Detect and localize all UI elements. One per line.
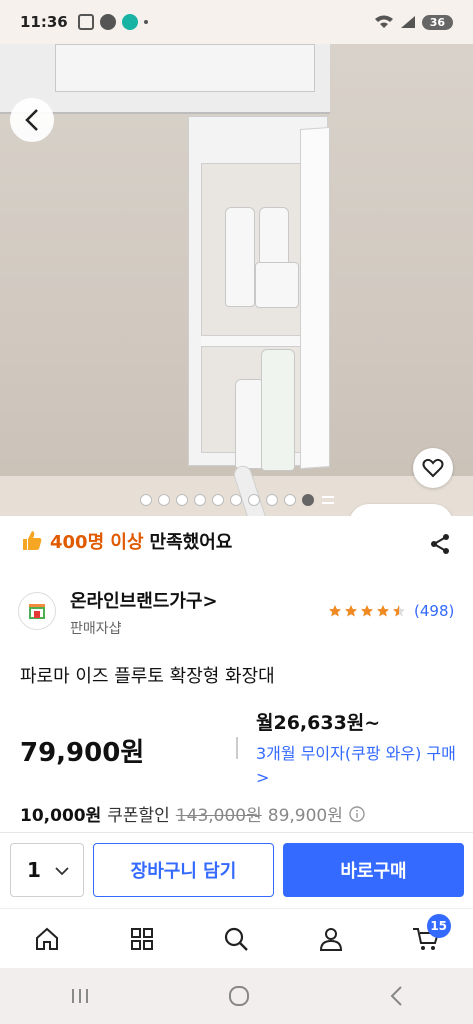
pagination-dot — [266, 494, 278, 506]
satisfaction-count: 400명 이상 — [50, 532, 144, 553]
rating[interactable]: (498) — [328, 602, 454, 620]
buy-now-button[interactable]: 바로구매 — [283, 843, 464, 897]
android-nav-bar — [0, 968, 473, 1024]
search-icon — [225, 927, 249, 951]
coupon-row: 10,000원 쿠폰할인 143,000원 89,900원 — [20, 801, 365, 826]
home-circle-icon[interactable] — [228, 985, 250, 1007]
quantity-value: 1 — [27, 858, 41, 882]
recent-apps-icon[interactable] — [69, 986, 91, 1006]
image-cabinet-shelf — [201, 335, 301, 347]
seller-name[interactable]: 온라인브랜드가구> — [70, 587, 218, 613]
image-jar — [255, 262, 299, 308]
product-title: 파로마 이즈 플루토 확장형 화장대 — [20, 666, 275, 687]
pagination-dot — [140, 494, 152, 506]
price-divider — [236, 737, 238, 759]
person-icon — [320, 927, 343, 951]
image-top-shelf — [0, 44, 330, 114]
thumbs-up-icon — [23, 531, 42, 550]
product-image[interactable]: 상품상세 > — [0, 44, 473, 516]
info-icon[interactable] — [349, 805, 365, 822]
seller-type: 판매자샵 — [70, 621, 122, 637]
purchase-bar: 1 장바구니 담기 바로구매 — [0, 832, 473, 908]
grid-icon — [130, 927, 153, 950]
pagination-dot — [230, 494, 242, 506]
status-icons — [77, 14, 148, 30]
pagination-dot — [284, 494, 296, 506]
back-button[interactable] — [10, 98, 54, 142]
rating-count[interactable]: (498) — [414, 602, 454, 620]
share-icon[interactable] — [428, 532, 452, 556]
heart-icon — [422, 458, 444, 478]
monthly-price: 월26,633원~ — [256, 712, 381, 734]
cart-badge: 15 — [426, 913, 451, 938]
nfc-icon — [99, 14, 116, 30]
satisfaction-row: 400명 이상 만족했어요 — [20, 528, 232, 554]
home-icon — [36, 927, 59, 950]
image-pagination — [140, 494, 334, 506]
bottom-nav: 15 — [0, 908, 473, 968]
chevron-down-icon — [55, 867, 69, 876]
pagination-dot — [212, 494, 224, 506]
nav-cart[interactable]: 15 — [401, 913, 451, 964]
star-icon — [329, 605, 341, 617]
battery-icon: 36 — [421, 14, 453, 30]
product-price: 79,900원 — [20, 738, 145, 768]
image-bottle — [261, 349, 295, 471]
image-door — [300, 126, 330, 470]
sale-price: 89,900원 — [267, 806, 343, 826]
image-bottle — [259, 207, 289, 267]
nav-home[interactable] — [22, 914, 72, 964]
status-bar: 11:36 36 — [0, 0, 473, 44]
signal-icon — [400, 16, 415, 28]
original-price: 143,000원 — [175, 806, 262, 826]
pagination-dot — [176, 494, 188, 506]
star-icon — [345, 605, 357, 617]
chevron-left-icon — [25, 109, 38, 131]
pagination-dot — [158, 494, 170, 506]
dot-icon — [143, 20, 148, 24]
nav-categories[interactable] — [117, 914, 167, 964]
image-drawer — [55, 44, 315, 92]
image-bottle — [225, 207, 255, 307]
satisfaction-text: 만족했어요 — [149, 532, 233, 553]
screenshot-icon — [77, 14, 94, 30]
pagination-dot — [194, 494, 206, 506]
coupon-amount: 10,000원 — [20, 806, 102, 826]
installment-link[interactable]: 3개월 무이자(쿠팡 와우) 구매 > — [256, 742, 456, 790]
seller-logo[interactable] — [18, 592, 56, 630]
rating-stars — [328, 604, 406, 618]
status-time: 11:36 — [20, 13, 68, 31]
back-icon[interactable] — [387, 985, 405, 1007]
store-icon — [29, 604, 45, 619]
nav-my-page[interactable] — [306, 914, 356, 964]
star-icon — [377, 605, 389, 617]
star-icon — [361, 605, 373, 617]
product-detail-button[interactable]: 상품상세 > — [349, 504, 453, 516]
star-icon — [393, 605, 405, 617]
wishlist-button[interactable] — [413, 448, 453, 488]
pagination-more-icon — [322, 496, 334, 504]
pagination-dot — [302, 494, 314, 506]
add-to-cart-button[interactable]: 장바구니 담기 — [93, 843, 274, 897]
quantity-select[interactable]: 1 — [10, 843, 84, 897]
status-right: 36 — [374, 14, 453, 30]
teal-app-icon — [121, 14, 138, 30]
coupon-label: 쿠폰할인 — [107, 806, 170, 826]
pagination-dot — [248, 494, 260, 506]
nav-search[interactable] — [211, 914, 261, 964]
wifi-icon — [374, 15, 393, 28]
